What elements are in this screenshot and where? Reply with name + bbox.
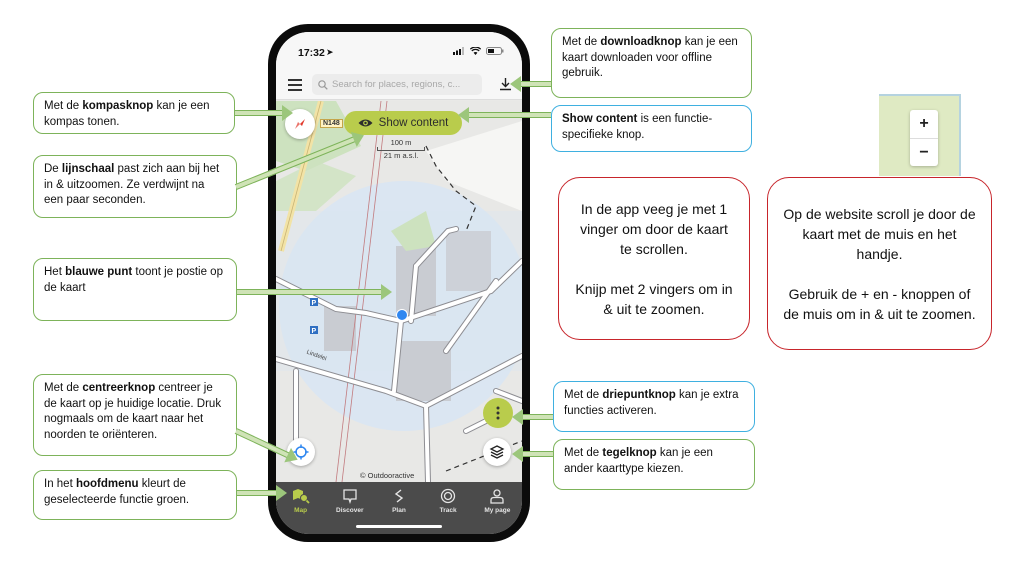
- callout-layers: Met de tegelknop kan je een ander kaartt…: [553, 439, 755, 490]
- search-icon: [318, 79, 328, 90]
- svg-text:P: P: [312, 328, 317, 335]
- callout-keyword: hoofdmenu: [75, 478, 139, 490]
- callout-keyword: Show content: [562, 113, 638, 125]
- map-attribution: © Outdooractive: [360, 471, 415, 480]
- hamburger-menu-icon[interactable]: [288, 79, 302, 91]
- arrow-compass: [235, 105, 293, 121]
- arrow-show-content: [458, 107, 551, 123]
- callout-keyword: tegelknop: [602, 447, 657, 459]
- arrow-main-menu: [237, 485, 287, 501]
- profile-icon: [490, 489, 504, 504]
- callout-show-content: Show content is een functie-specifieke k…: [551, 105, 752, 152]
- note-website-gestures: Op de website scroll je door de kaart me…: [767, 177, 992, 350]
- status-time: 17:32: [298, 47, 325, 59]
- tab-my-page[interactable]: My page: [475, 488, 519, 534]
- scale-bar: 100 m 21 m a.s.l.: [376, 138, 426, 160]
- status-bar: 17:32 ➤: [276, 32, 522, 70]
- map-icon: [292, 489, 310, 504]
- arrow-three-dots: [512, 409, 553, 425]
- callout-keyword: driepuntknop: [602, 389, 676, 401]
- battery-icon: [486, 47, 504, 55]
- plan-icon: [394, 489, 404, 503]
- road-badge: N148: [320, 119, 343, 128]
- phone-screen: 17:32 ➤ Search for places, regions, c...…: [276, 32, 522, 534]
- callout-main-menu: In het hoofdmenu kleurt de geselecteerde…: [33, 470, 237, 520]
- search-box[interactable]: [312, 74, 482, 95]
- main-menu-tabbar: Map Discover Plan Track My page: [276, 482, 522, 534]
- compass-icon: [295, 119, 305, 129]
- callout-scale: De lijnschaal past zich aan bij het in &…: [33, 155, 237, 218]
- zoom-out-button[interactable]: −: [910, 138, 938, 166]
- callout-blue-dot: Het blauwe punt toont je postie op de ka…: [33, 258, 237, 321]
- discover-icon: [343, 489, 357, 504]
- layers-icon: [489, 445, 505, 459]
- search-row: [276, 70, 522, 100]
- phone-frame: 17:32 ➤ Search for places, regions, c...…: [268, 24, 530, 542]
- three-dots-icon: [496, 406, 500, 420]
- callout-keyword: blauwe punt: [65, 266, 133, 278]
- zoom-in-button[interactable]: +: [910, 110, 938, 138]
- arrow-layers: [512, 446, 553, 462]
- callout-compass: Met de kompasknop kan je een kompas tone…: [33, 92, 235, 134]
- callout-keyword: downloadknop: [600, 36, 682, 48]
- note-app-gestures: In de app veeg je met 1 vinger om door d…: [558, 177, 750, 340]
- more-options-button[interactable]: [483, 398, 513, 428]
- callout-keyword: kompasknop: [82, 100, 154, 112]
- current-location-dot: [396, 309, 408, 321]
- arrow-blue-dot: [237, 284, 392, 300]
- website-map-crop: + −: [879, 94, 961, 176]
- wifi-icon: [470, 47, 481, 55]
- location-arrow-icon: ➤: [326, 47, 334, 57]
- arrow-download: [510, 76, 551, 92]
- callout-center: Met de centreerknop centreer je de kaart…: [33, 374, 237, 456]
- search-input[interactable]: [332, 79, 482, 90]
- home-indicator: [356, 525, 442, 528]
- signal-icon: [453, 47, 464, 55]
- map-layers-button[interactable]: [483, 438, 511, 466]
- eye-icon: [358, 119, 373, 127]
- callout-download: Met de downloadknop kan je een kaart dow…: [551, 28, 752, 98]
- callout-keyword: centreerknop: [82, 382, 156, 394]
- website-zoom-control: + −: [910, 110, 938, 166]
- callout-keyword: lijnschaal: [61, 163, 115, 175]
- callout-three-dots: Met de driepuntknop kan je extra functie…: [553, 381, 755, 432]
- svg-text:P: P: [312, 300, 317, 307]
- track-icon: [441, 488, 456, 504]
